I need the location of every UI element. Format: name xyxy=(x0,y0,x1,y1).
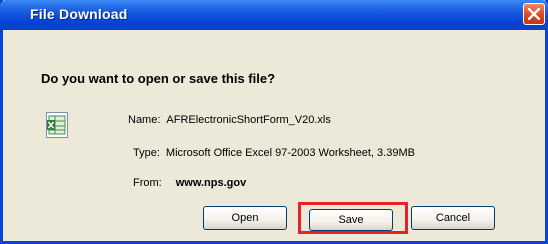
file-type-value: Microsoft Office Excel 97-2003 Worksheet… xyxy=(165,147,415,159)
from-label: From: xyxy=(133,177,162,189)
file-download-dialog: File Download Do you want to open or sav… xyxy=(0,0,548,244)
close-button[interactable] xyxy=(523,3,545,25)
file-name-value: AFRElectronicShortForm_V20.xls xyxy=(166,114,331,126)
file-source-row: From: www.nps.gov xyxy=(133,177,246,189)
close-icon xyxy=(528,8,540,20)
save-highlight-box xyxy=(298,202,408,234)
title-bar[interactable]: File Download xyxy=(0,0,548,30)
file-type-row: Type: Microsoft Office Excel 97-2003 Work… xyxy=(133,147,415,159)
cancel-button[interactable]: Cancel xyxy=(411,206,495,230)
name-label: Name: xyxy=(128,114,161,126)
open-button[interactable]: Open xyxy=(203,206,287,230)
question-text: Do you want to open or save this file? xyxy=(41,71,276,86)
excel-file-icon xyxy=(46,112,68,138)
file-name-row: Name: AFRElectronicShortForm_V20.xls xyxy=(128,114,331,126)
type-label: Type: xyxy=(133,147,160,159)
window-title: File Download xyxy=(30,6,128,22)
file-source-value: www.nps.gov xyxy=(175,177,247,189)
